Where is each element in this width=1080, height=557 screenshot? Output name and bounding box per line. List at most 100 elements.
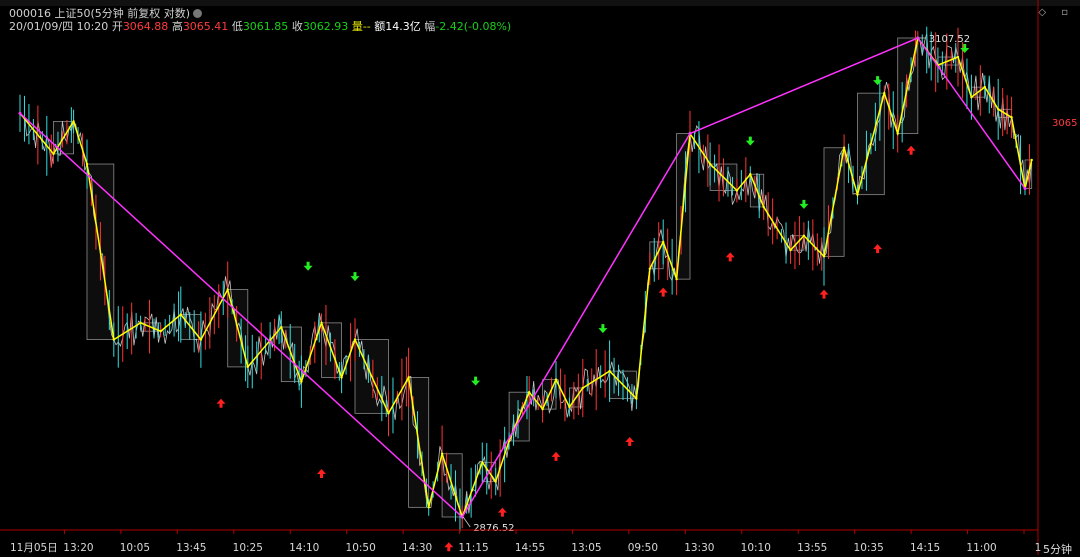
small-zigzag-pivot: [896, 132, 899, 135]
time-tick-label: 13:05: [571, 542, 601, 554]
small-zigzag-pivot: [353, 338, 357, 341]
small-zigzag-pivot: [970, 95, 973, 99]
small-zigzag-pivot: [662, 240, 665, 244]
down-arrow-icon: [598, 324, 608, 334]
small-zigzag-pivot: [749, 173, 752, 176]
time-tick-label: 11月05日: [10, 542, 58, 554]
small-zigzag-pivot: [320, 321, 323, 325]
small-zigzag-pivot: [762, 205, 765, 209]
small-zigzag-pivot: [648, 267, 651, 270]
time-tick-label: 10:50: [346, 542, 376, 554]
extreme-annotations: 3107.52 2876.52: [462, 34, 970, 534]
down-arrow-icon: [350, 272, 360, 282]
current-price-label: 3065: [1052, 118, 1078, 129]
time-tick-label: 14:30: [402, 542, 432, 554]
small-zigzag-pivot: [72, 120, 75, 123]
price-series: [19, 26, 1033, 532]
up-arrow-icon: [216, 398, 226, 408]
small-zigzag-pivot: [883, 91, 886, 95]
small-zigzag-pivot: [280, 325, 283, 329]
down-arrow-icon: [960, 44, 970, 54]
price-chart[interactable]: 3107.52 2876.52 11月05日 13:20 10:05 13:45 10:2…: [0, 0, 1080, 555]
small-zigzag: [18, 36, 1033, 520]
small-zigzag-pivot: [179, 313, 182, 316]
small-zigzag-pivot: [387, 412, 390, 415]
small-zigzag-pivot: [635, 397, 638, 400]
price-line-segment: [247, 314, 282, 376]
small-zigzag-pivot: [246, 365, 249, 369]
small-zigzag-pivot: [789, 248, 792, 252]
up-arrow-icon: [819, 289, 829, 299]
small-zigzag-pivot: [440, 452, 444, 455]
price-line-segment: [160, 309, 182, 344]
small-zigzag-pivot: [199, 338, 203, 341]
small-zigzag-pivot: [139, 321, 142, 325]
up-arrow-icon: [551, 451, 561, 461]
small-zigzag-pivot: [85, 162, 89, 166]
small-zigzag-pivot: [997, 108, 1000, 111]
up-arrow-icon: [497, 507, 507, 517]
small-zigzag-pivot: [1010, 116, 1013, 119]
down-arrow-icon: [745, 136, 755, 146]
up-arrow-icon: [444, 542, 454, 552]
up-arrow-icon: [906, 145, 916, 155]
small-zigzag-line: [19, 36, 1033, 520]
time-tick-label: 13:30: [684, 542, 714, 554]
small-zigzag-pivot: [802, 234, 806, 237]
down-arrow-icon: [303, 261, 313, 271]
up-arrow-icon: [873, 244, 883, 254]
small-zigzag-pivot: [708, 162, 712, 166]
time-tick-label: 10:25: [233, 542, 263, 554]
time-tick-label: 14:10: [289, 542, 319, 554]
up-arrow-icon: [725, 252, 735, 262]
small-zigzag-pivot: [856, 193, 859, 196]
small-zigzag-pivot: [340, 376, 343, 379]
time-tick-label: 13:45: [176, 542, 206, 554]
time-tick-label: 10:05: [120, 542, 150, 554]
small-zigzag-pivot: [608, 369, 611, 373]
up-arrow-icon: [625, 436, 635, 446]
small-zigzag-pivot: [554, 378, 558, 381]
time-tick-label: 14:15: [910, 542, 940, 554]
small-zigzag-pivot: [112, 338, 116, 341]
down-arrow-icon: [873, 76, 883, 86]
small-zigzag-pivot: [675, 277, 678, 281]
down-arrow-icon: [799, 199, 809, 209]
small-zigzag-pivot: [528, 390, 531, 394]
time-tick-label: 11:00: [966, 542, 996, 554]
large-zigzag-pivot: [1023, 187, 1027, 191]
small-zigzag-pivot: [52, 152, 55, 156]
small-zigzag-pivot: [568, 405, 571, 409]
time-tick-label: 10:10: [741, 542, 771, 554]
small-zigzag-pivot: [407, 376, 410, 379]
small-zigzag-pivot: [983, 85, 986, 89]
small-zigzag-pivot: [494, 480, 497, 483]
low-price-annotation: 2876.52: [473, 523, 514, 534]
time-tick-label: 13:55: [797, 542, 827, 554]
small-zigzag-pivot: [956, 55, 960, 59]
time-axis: 11月05日 13:20 10:05 13:45 10:25 14:10 10:50 14:3…: [0, 0, 1041, 555]
small-zigzag-pivot: [581, 386, 584, 390]
time-tick-label: 10:35: [854, 542, 884, 554]
time-tick-label: 13:20: [63, 542, 93, 554]
up-arrow-icon: [317, 469, 326, 479]
small-zigzag-pivot: [541, 407, 544, 411]
small-zigzag-pivot: [842, 146, 846, 149]
small-zigzag-pivot: [427, 506, 430, 509]
up-arrow-icon: [658, 287, 668, 297]
small-zigzag-pivot: [481, 461, 484, 464]
time-tick-label: 11:15: [458, 542, 488, 554]
small-zigzag-pivot: [226, 288, 229, 291]
large-zigzag-pivot: [688, 132, 692, 136]
high-price-annotation: 3107.52: [929, 34, 970, 45]
small-zigzag-pivot: [822, 255, 826, 258]
small-zigzag-pivot: [159, 330, 162, 333]
small-zigzag-pivot: [1030, 158, 1033, 162]
small-zigzag-pivot: [735, 189, 739, 192]
time-tick-label: 09:50: [628, 542, 658, 554]
large-zigzag-pivot: [18, 111, 22, 115]
time-tick-label: 1: [1035, 542, 1042, 554]
time-tick-label: 14:55: [515, 542, 545, 554]
annotation-leader: [462, 516, 471, 528]
small-zigzag-pivot: [300, 380, 303, 383]
